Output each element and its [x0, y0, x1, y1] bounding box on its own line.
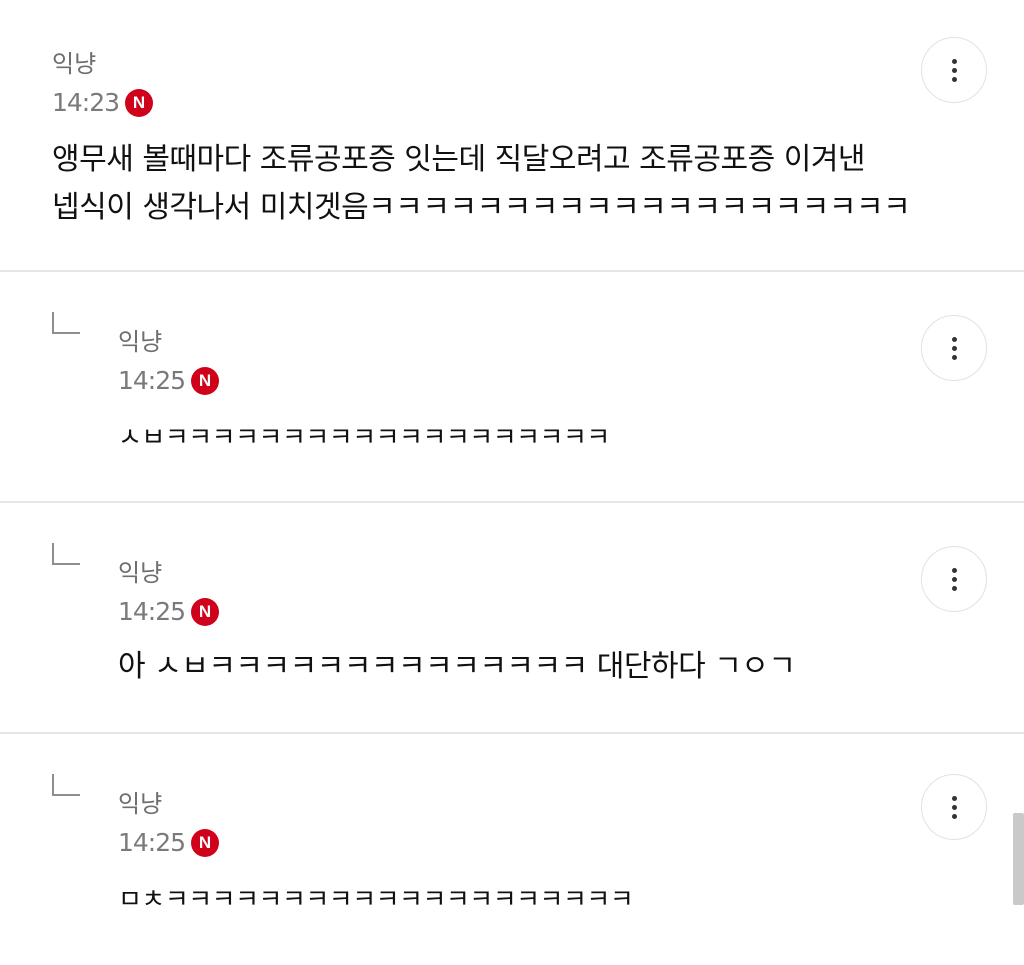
- more-vertical-icon: [951, 336, 957, 342]
- comment-time: 14:25: [118, 366, 186, 395]
- comment-time: 14:25: [118, 828, 186, 857]
- more-options-button[interactable]: [921, 546, 987, 612]
- more-vertical-icon: [951, 58, 957, 64]
- comment-meta: 14:25 N: [118, 828, 220, 857]
- reply-arrow-icon: [52, 774, 80, 796]
- comment-meta: 14:25 N: [118, 366, 220, 395]
- comment-time: 14:23: [52, 88, 120, 117]
- new-badge-icon: N: [191, 828, 220, 857]
- new-badge-icon: N: [191, 597, 220, 626]
- comment-text: 앵무새 볼때마다 조류공포증 잇는데 직달오려고 조류공포증 이겨낸 넵식이 생…: [52, 136, 911, 232]
- comment-time: 14:25: [118, 597, 186, 626]
- reply-item: 익냥 14:25 N ㅁㅊㅋㅋㅋㅋㅋㅋㅋㅋㅋㅋㅋㅋㅋㅋㅋㅋㅋㅋㅋㅋ: [0, 734, 1024, 965]
- reply-item: 익냥 14:25 N ㅅㅂㅋㅋㅋㅋㅋㅋㅋㅋㅋㅋㅋㅋㅋㅋㅋㅋㅋㅋㅋ: [0, 272, 1024, 503]
- more-vertical-icon: [951, 795, 957, 801]
- comment-text: ㅁㅊㅋㅋㅋㅋㅋㅋㅋㅋㅋㅋㅋㅋㅋㅋㅋㅋㅋㅋㅋㅋ: [118, 885, 634, 915]
- comment-author: 익냥: [52, 50, 97, 78]
- comment-meta: 14:25 N: [118, 597, 220, 626]
- comment-meta: 14:23 N: [52, 88, 154, 117]
- more-options-button[interactable]: [921, 315, 987, 381]
- comment-text-line: 넵식이 생각나서 미치겟음ㅋㅋㅋㅋㅋㅋㅋㅋㅋㅋㅋㅋㅋㅋㅋㅋㅋㅋㅋㅋ: [52, 190, 911, 225]
- reply-item: 익냥 14:25 N 아 ㅅㅂㅋㅋㅋㅋㅋㅋㅋㅋㅋㅋㅋㅋㅋㅋ 대단하다 ㄱㅇㄱ: [0, 503, 1024, 734]
- comment-text-line: 앵무새 볼때마다 조류공포증 잇는데 직달오려고 조류공포증 이겨낸: [52, 142, 866, 177]
- comment-author: 익냥: [118, 790, 163, 818]
- more-options-button[interactable]: [921, 774, 987, 840]
- comment-text: ㅅㅂㅋㅋㅋㅋㅋㅋㅋㅋㅋㅋㅋㅋㅋㅋㅋㅋㅋㅋㅋ: [118, 423, 610, 453]
- comment-author: 익냥: [118, 328, 163, 356]
- new-badge-icon: N: [191, 366, 220, 395]
- comment-author: 익냥: [118, 559, 163, 587]
- reply-arrow-icon: [52, 312, 80, 334]
- reply-arrow-icon: [52, 543, 80, 565]
- more-vertical-icon: [951, 567, 957, 573]
- new-badge-icon: N: [125, 88, 154, 117]
- comment-item: 익냥 14:23 N 앵무새 볼때마다 조류공포증 잇는데 직달오려고 조류공포…: [0, 0, 1024, 272]
- more-options-button[interactable]: [921, 37, 987, 103]
- comment-text: 아 ㅅㅂㅋㅋㅋㅋㅋㅋㅋㅋㅋㅋㅋㅋㅋㅋ 대단하다 ㄱㅇㄱ: [118, 649, 796, 684]
- scrollbar-thumb[interactable]: [1013, 813, 1024, 905]
